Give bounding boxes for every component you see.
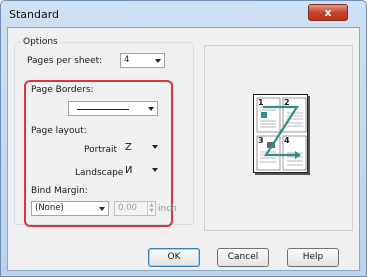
window-title: Standard [9,8,60,21]
bind-margin-label: Bind Margin: [31,186,88,196]
page-borders-label: Page Borders: [31,85,94,95]
page-layout-label: Page layout: [31,126,87,136]
layout-preview: 1 2 3 4 [204,45,353,231]
portrait-label: Portrait [84,145,118,155]
portrait-order-icon: Z [125,142,132,153]
preview-page: 1 2 3 4 [253,94,308,173]
highlight-frame: Page Borders: Page layout: Portrait Z La… [24,80,177,227]
chevron-down-icon [155,59,161,63]
pages-per-sheet-select[interactable]: 4 [120,53,165,68]
dialog-window: Standard x Options Pages per sheet: 4 Pa… [0,0,367,277]
chevron-down-icon [152,145,158,149]
title-bar: Standard x [1,1,366,27]
preview-page-number: 3 [258,136,264,145]
chevron-down-icon [148,107,154,111]
preview-page-number: 2 [284,98,290,107]
pages-per-sheet-label: Pages per sheet: [27,56,103,66]
landscape-label: Landscape [75,168,124,178]
chevron-down-icon [152,168,158,172]
help-button[interactable]: Help [287,248,339,267]
spinner-buttons[interactable]: ▲ ▼ [147,202,155,215]
bind-margin-value: (None) [35,203,64,213]
options-legend: Options [21,37,60,47]
bind-margin-amount[interactable]: 0.00 ▲ ▼ [114,201,156,216]
chevron-down-icon [99,207,105,211]
ok-button[interactable]: OK [148,248,200,267]
bind-margin-unit: inch [158,204,177,214]
pages-per-sheet-value: 4 [124,55,130,65]
landscape-order-icon: И [125,165,133,176]
close-icon: x [324,6,332,19]
landscape-order-select[interactable]: И [121,163,161,178]
spin-down-icon[interactable]: ▼ [148,208,155,214]
preview-page-number: 4 [284,136,290,145]
page-borders-select[interactable] [68,101,158,116]
close-button[interactable]: x [308,4,348,21]
cancel-button[interactable]: Cancel [217,248,269,267]
border-line-sample [77,109,129,110]
bind-margin-select[interactable]: (None) [31,201,109,216]
portrait-order-select[interactable]: Z [121,140,161,155]
preview-page-number: 1 [258,98,264,107]
dialog-body: Options Pages per sheet: 4 Page Borders:… [7,27,360,271]
bind-margin-amount-value: 0.00 [118,203,137,213]
